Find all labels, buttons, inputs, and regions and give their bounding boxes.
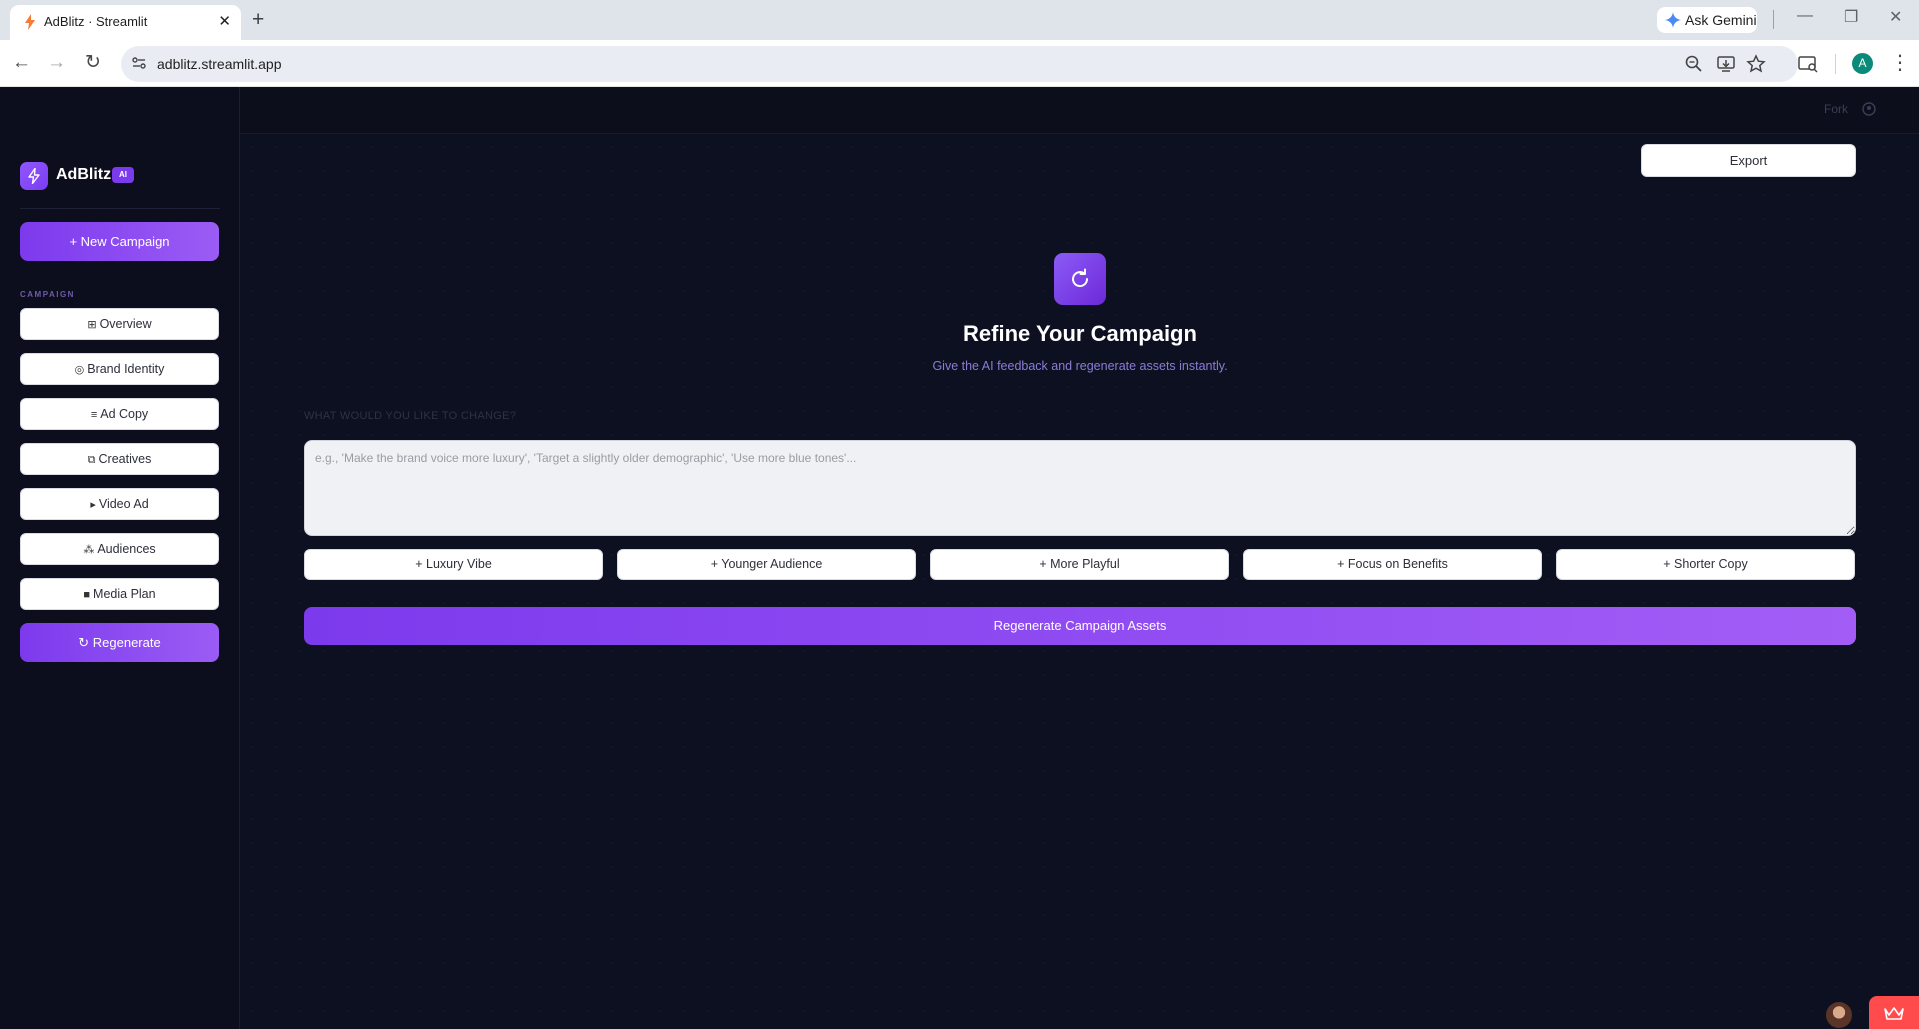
sidebar-item-media-plan[interactable]: ■ Media Plan xyxy=(20,578,219,610)
browser-tab-strip: AdBlitz · Streamlit ✕ + Ask Gemini — ❐ ✕ xyxy=(0,0,1919,40)
export-button[interactable]: Export xyxy=(1641,144,1856,177)
new-campaign-button[interactable]: + New Campaign xyxy=(20,222,219,261)
tab-search-icon[interactable] xyxy=(1797,53,1819,75)
sidebar-item-label: Video Ad xyxy=(98,497,149,511)
chip-luxury-vibe[interactable]: + Luxury Vibe xyxy=(304,549,603,580)
chip-younger-audience[interactable]: + Younger Audience xyxy=(617,549,916,580)
sidebar-item-label: Media Plan xyxy=(93,587,156,601)
sidebar-item-label: Creatives xyxy=(98,452,152,466)
streamlit-badge[interactable] xyxy=(1869,996,1919,1029)
url-text: adblitz.streamlit.app xyxy=(157,56,282,72)
restore-button[interactable]: ❐ xyxy=(1844,7,1858,27)
sidebar-item-creatives[interactable]: ⧉ Creatives xyxy=(20,443,219,475)
hero-icon-tile xyxy=(1054,253,1106,305)
window-controls-divider xyxy=(1773,10,1774,29)
chip-focus-on-benefits[interactable]: + Focus on Benefits xyxy=(1243,549,1542,580)
forward-button[interactable]: → xyxy=(47,48,66,78)
sidebar-item-regenerate[interactable]: ↻ Regenerate xyxy=(20,623,219,662)
lightning-icon xyxy=(28,168,40,184)
feedback-textarea[interactable] xyxy=(304,440,1856,536)
browser-tab[interactable]: AdBlitz · Streamlit ✕ xyxy=(10,5,241,40)
refresh-icon xyxy=(1072,268,1089,288)
gemini-sparkle-icon xyxy=(1665,12,1681,28)
crown-icon xyxy=(1884,1007,1904,1020)
sidebar-item-audiences[interactable]: ⁂ Audiences xyxy=(20,533,219,565)
github-icon[interactable] xyxy=(1862,102,1876,116)
reload-button[interactable]: ↻ xyxy=(85,48,101,78)
sidebar: AdBlitz AI + New Campaign CAMPAIGN ⊞ Over… xyxy=(0,87,240,1029)
app-header: Fork xyxy=(240,87,1919,134)
app-area: Fork AdBlitz AI + New Campaign CAMPAIGN … xyxy=(0,87,1919,1029)
tab-close-icon[interactable]: ✕ xyxy=(218,12,231,30)
browser-menu-icon[interactable]: ⋮ xyxy=(1890,50,1910,75)
toolbar-divider xyxy=(1835,54,1836,74)
site-info-icon[interactable] xyxy=(131,55,147,71)
back-button[interactable]: ← xyxy=(12,48,31,78)
ask-gemini-label: Ask Gemini xyxy=(1685,12,1757,28)
play-icon: ▸ xyxy=(90,499,96,511)
feedback-field-label: WHAT WOULD YOU LIKE TO CHANGE? xyxy=(304,410,517,422)
install-app-icon[interactable] xyxy=(1716,54,1736,74)
people-icon: ⁂ xyxy=(83,544,95,556)
layers-icon: ⧉ xyxy=(87,454,96,466)
page-subtitle: Give the AI feedback and regenerate asse… xyxy=(932,359,1228,373)
ask-gemini-button[interactable]: Ask Gemini xyxy=(1657,7,1757,33)
square-icon: ■ xyxy=(83,589,91,601)
sidebar-item-video-ad[interactable]: ▸ Video Ad xyxy=(20,488,219,520)
brand-divider xyxy=(20,208,220,209)
chip-shorter-copy[interactable]: + Shorter Copy xyxy=(1556,549,1855,580)
ai-badge: AI xyxy=(112,167,134,183)
streamlit-favicon-icon xyxy=(25,14,35,30)
sidebar-item-ad-copy[interactable]: ≡ Ad Copy xyxy=(20,398,219,430)
close-window-button[interactable]: ✕ xyxy=(1889,7,1902,27)
user-avatar[interactable] xyxy=(1826,1002,1852,1028)
section-label-campaign: CAMPAIGN xyxy=(20,290,75,299)
brand-logo xyxy=(20,162,48,190)
lines-icon: ≡ xyxy=(90,409,98,421)
sidebar-item-label: Ad Copy xyxy=(100,407,149,421)
address-bar[interactable]: adblitz.streamlit.app xyxy=(121,46,1798,82)
browser-toolbar: ← → ↻ adblitz.streamlit.app A ⋮ xyxy=(0,40,1919,87)
page-title: Refine Your Campaign xyxy=(963,321,1197,346)
new-tab-button[interactable]: + xyxy=(252,6,264,34)
fork-link[interactable]: Fork xyxy=(1824,102,1848,116)
brand-name: AdBlitz xyxy=(56,166,112,183)
tab-title: AdBlitz · Streamlit xyxy=(44,14,148,29)
profile-avatar[interactable]: A xyxy=(1852,53,1873,74)
sidebar-item-label: Audiences xyxy=(97,542,156,556)
bookmark-star-icon[interactable] xyxy=(1746,54,1766,74)
chip-more-playful[interactable]: + More Playful xyxy=(930,549,1229,580)
zoom-icon[interactable] xyxy=(1684,54,1704,74)
minimize-button[interactable]: — xyxy=(1797,7,1813,25)
regenerate-campaign-assets-button[interactable]: Regenerate Campaign Assets xyxy=(304,607,1856,645)
